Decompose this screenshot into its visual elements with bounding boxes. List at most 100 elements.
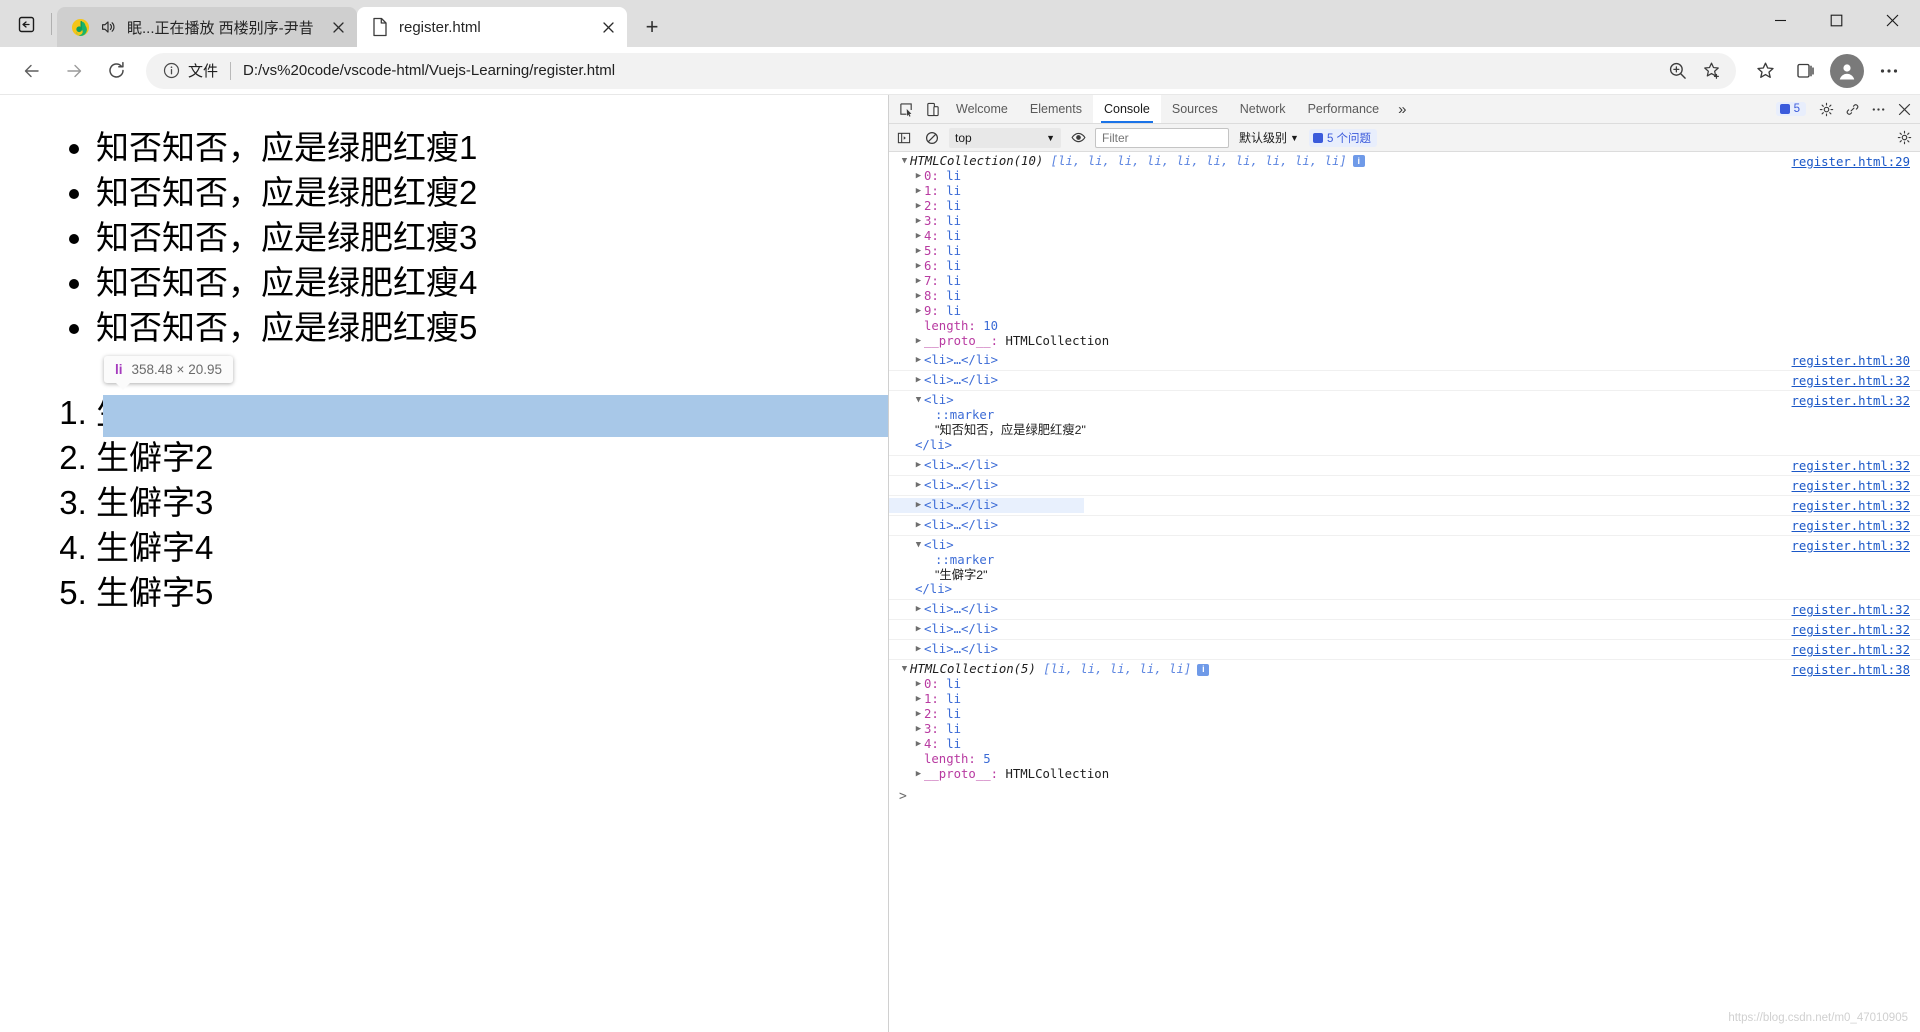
console-issues-button[interactable]: 5 个问题	[1308, 128, 1378, 147]
back-button[interactable]	[12, 51, 52, 91]
collection-entry[interactable]: ▶ 2: li	[889, 707, 1920, 722]
info-badge-icon[interactable]: i	[1352, 155, 1365, 168]
speaker-audio-icon[interactable]	[97, 16, 119, 38]
tab-elements[interactable]: Elements	[1019, 95, 1093, 123]
disclosure-triangle-icon[interactable]: ▶	[913, 737, 924, 752]
disclosure-triangle-icon[interactable]: ▶	[913, 677, 924, 692]
disclosure-triangle-open-icon[interactable]: ▼	[913, 538, 924, 553]
disclosure-triangle-icon[interactable]: ▶	[913, 259, 924, 274]
collection-entry[interactable]: ▶ 6: li	[889, 259, 1920, 274]
disclosure-triangle-icon[interactable]: ▶	[913, 707, 924, 722]
disclosure-triangle-icon[interactable]: ▶	[913, 373, 924, 388]
tab-sources[interactable]: Sources	[1161, 95, 1229, 123]
browser-tab-music[interactable]: 眠...正在播放 西楼别序-尹昔	[57, 7, 357, 47]
source-link[interactable]: register.html:32	[1792, 459, 1910, 474]
source-link[interactable]: register.html:32	[1792, 519, 1910, 534]
source-link[interactable]: register.html:32	[1792, 499, 1910, 514]
console-context-select[interactable]: top ▼	[949, 127, 1061, 148]
collection-proto[interactable]: ▶ __proto__: HTMLCollection	[889, 334, 1920, 349]
disclosure-triangle-icon[interactable]: ▶	[913, 304, 924, 319]
address-bar[interactable]: 文件 D:/vs%20code/vscode-html/Vuejs-Learni…	[146, 52, 1736, 89]
browser-settings-button[interactable]	[1870, 52, 1908, 90]
console-output[interactable]: ▼ HTMLCollection(10) [li, li, li, li, li…	[889, 152, 1920, 1032]
window-maximize-button[interactable]	[1808, 0, 1864, 40]
console-prompt[interactable]: >	[889, 784, 1920, 805]
tab-welcome[interactable]: Welcome	[945, 95, 1019, 123]
li-row[interactable]: ▶ <li>…</li>	[889, 518, 1920, 533]
zoom-in-icon[interactable]	[1662, 56, 1692, 86]
source-link[interactable]: register.html:32	[1792, 394, 1910, 409]
console-settings-button[interactable]	[1892, 126, 1916, 150]
disclosure-triangle-icon[interactable]: ▶	[913, 169, 924, 184]
disclosure-triangle-open-icon[interactable]: ▼	[913, 393, 924, 408]
collection-entry[interactable]: ▶ 4: li	[889, 737, 1920, 752]
collection-proto[interactable]: ▶ __proto__: HTMLCollection	[889, 767, 1920, 782]
inspect-element-button[interactable]	[893, 95, 919, 123]
li-row[interactable]: ▶ <li>…</li>	[889, 458, 1920, 473]
li-row[interactable]: ▶ <li>…</li>	[889, 478, 1920, 493]
li-row-open[interactable]: ▼ <li>	[889, 538, 1920, 553]
new-tab-button[interactable]: +	[635, 10, 669, 44]
tab-performance[interactable]: Performance	[1297, 95, 1391, 123]
disclosure-triangle-icon[interactable]: ▶	[913, 722, 924, 737]
disclosure-triangle-icon[interactable]: ▶	[913, 184, 924, 199]
source-link[interactable]: register.html:32	[1792, 643, 1910, 658]
source-link[interactable]: register.html:32	[1792, 479, 1910, 494]
li-row[interactable]: ▶ <li>…</li>	[889, 353, 1920, 368]
li-row[interactable]: ▶ <li>…</li>	[889, 622, 1920, 637]
collection-entry[interactable]: ▶ 5: li	[889, 244, 1920, 259]
issues-badge[interactable]: 5	[1775, 102, 1806, 116]
disclosure-triangle-icon[interactable]: ▶	[913, 498, 924, 513]
console-level-select[interactable]: 默认级别 ▼	[1235, 129, 1303, 146]
window-minimize-button[interactable]	[1752, 0, 1808, 40]
collection-entry[interactable]: ▶ 1: li	[889, 692, 1920, 707]
li-row[interactable]: ▶ <li>…</li>	[889, 373, 1920, 388]
source-link[interactable]: register.html:32	[1792, 603, 1910, 618]
disclosure-triangle-icon[interactable]: ▶	[913, 622, 924, 637]
disclosure-triangle-icon[interactable]: ▶	[913, 229, 924, 244]
more-tabs-button[interactable]: »	[1390, 95, 1414, 123]
source-link[interactable]: register.html:38	[1792, 663, 1910, 678]
source-link[interactable]: register.html:32	[1792, 374, 1910, 389]
collection-entry[interactable]: ▶ 1: li	[889, 184, 1920, 199]
disclosure-triangle-icon[interactable]: ▶	[913, 767, 924, 782]
favorites-button[interactable]	[1746, 52, 1784, 90]
disclosure-triangle-icon[interactable]: ▶	[913, 199, 924, 214]
tab-network[interactable]: Network	[1229, 95, 1297, 123]
window-close-button[interactable]	[1864, 0, 1920, 40]
collection-entry[interactable]: ▶ 2: li	[889, 199, 1920, 214]
tab-close-button-register[interactable]	[595, 14, 621, 40]
forward-button[interactable]	[54, 51, 94, 91]
console-group-header[interactable]: ▼ HTMLCollection(5) [li, li, li, li, li]…	[889, 662, 1920, 677]
star-plus-icon[interactable]	[1696, 56, 1726, 86]
li-row[interactable]: ▶ <li>…</li>	[889, 602, 1920, 617]
info-badge-icon[interactable]: i	[1197, 663, 1210, 676]
console-filter-input[interactable]: Filter	[1095, 127, 1229, 148]
info-icon[interactable]	[160, 60, 182, 82]
device-toolbar-button[interactable]	[919, 95, 945, 123]
collection-entry[interactable]: ▶ 8: li	[889, 289, 1920, 304]
live-expression-button[interactable]	[1067, 127, 1089, 149]
clear-console-button[interactable]	[921, 127, 943, 149]
disclosure-triangle-icon[interactable]: ▶	[913, 642, 924, 657]
disclosure-triangle-icon[interactable]: ▶	[913, 602, 924, 617]
li-row-open[interactable]: ▼ <li>	[889, 393, 1920, 408]
devtools-settings-button[interactable]	[1814, 97, 1838, 121]
disclosure-triangle-icon[interactable]: ▶	[913, 692, 924, 707]
disclosure-triangle-icon[interactable]: ▶	[913, 274, 924, 289]
tab-close-button-music[interactable]	[325, 14, 351, 40]
disclosure-triangle-icon[interactable]: ▶	[913, 214, 924, 229]
disclosure-triangle-icon[interactable]: ▶	[913, 478, 924, 493]
source-link[interactable]: register.html:32	[1792, 539, 1910, 554]
collection-entry[interactable]: ▶ 7: li	[889, 274, 1920, 289]
devtools-more-button[interactable]	[1866, 97, 1890, 121]
collection-entry[interactable]: ▶ 4: li	[889, 229, 1920, 244]
collection-entry[interactable]: ▶ 3: li	[889, 722, 1920, 737]
disclosure-triangle-icon[interactable]: ▶	[913, 353, 924, 368]
reload-button[interactable]	[96, 51, 136, 91]
console-group-header[interactable]: ▼ HTMLCollection(10) [li, li, li, li, li…	[889, 154, 1920, 169]
disclosure-triangle-icon[interactable]: ▶	[913, 289, 924, 304]
browser-tab-register[interactable]: register.html	[357, 7, 627, 47]
collection-entry[interactable]: ▶ 0: li	[889, 169, 1920, 184]
source-link[interactable]: register.html:29	[1792, 155, 1910, 170]
